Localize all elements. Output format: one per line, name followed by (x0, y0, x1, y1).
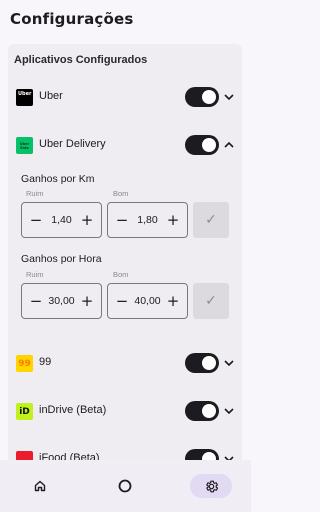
app-row-uber-delivery[interactable]: Uber Eats Uber Delivery (8, 132, 242, 158)
configured-apps-card: Aplicativos Configurados Uber Uber Uber … (8, 44, 242, 474)
increment-button[interactable]: + (75, 203, 99, 237)
app-row-uber[interactable]: Uber Uber (8, 84, 242, 110)
per-km-good-stepper[interactable]: − 1,80 + (107, 202, 188, 238)
toggle-knob (202, 356, 216, 370)
app-label-99: 99 (39, 356, 52, 368)
decrement-button[interactable]: − (24, 203, 48, 237)
99-logo-icon: 99 (16, 355, 33, 372)
increment-button[interactable]: + (161, 203, 185, 237)
check-icon: ✓ (205, 212, 217, 228)
per-hour-bad-label: Ruim (26, 270, 44, 279)
toggle-99[interactable] (185, 353, 219, 373)
chevron-down-icon[interactable] (222, 356, 236, 370)
per-hour-good-value[interactable]: 40,00 (132, 284, 163, 318)
increment-button[interactable]: + (161, 284, 185, 318)
toggle-knob (202, 90, 216, 104)
chevron-up-icon[interactable] (222, 138, 236, 152)
app-row-99[interactable]: 99 99 (8, 350, 242, 376)
toggle-knob (202, 138, 216, 152)
uber-eats-logo-icon: Uber Eats (16, 137, 33, 154)
per-hour-good-stepper[interactable]: − 40,00 + (107, 283, 188, 319)
per-hour-bad-value[interactable]: 30,00 (46, 284, 77, 318)
per-km-bad-label: Ruim (26, 189, 44, 198)
toggle-uber-delivery[interactable] (185, 135, 219, 155)
per-km-bad-value[interactable]: 1,40 (46, 203, 77, 237)
app-label-uber-delivery: Uber Delivery (39, 138, 106, 150)
circle-icon (118, 479, 132, 493)
toggle-indrive[interactable] (185, 401, 219, 421)
nav-home[interactable] (28, 474, 52, 498)
earnings-per-km-title: Ganhos por Km (21, 173, 95, 185)
uber-logo-icon: Uber (16, 89, 33, 106)
nav-circle[interactable] (113, 474, 137, 498)
home-icon (34, 480, 46, 492)
indrive-logo-icon: iD (16, 403, 33, 420)
per-km-good-label: Bom (113, 189, 129, 198)
per-km-bad-stepper[interactable]: − 1,40 + (21, 202, 102, 238)
toggle-uber[interactable] (185, 87, 219, 107)
per-km-good-value[interactable]: 1,80 (132, 203, 163, 237)
toggle-knob (202, 404, 216, 418)
per-hour-confirm-button[interactable]: ✓ (193, 283, 229, 319)
decrement-button[interactable]: − (24, 284, 48, 318)
earnings-per-hour-title: Ganhos por Hora (21, 253, 102, 265)
increment-button[interactable]: + (75, 284, 99, 318)
chevron-down-icon[interactable] (222, 404, 236, 418)
section-title: Aplicativos Configurados (14, 54, 148, 66)
page-title: Configurações (10, 10, 134, 28)
decrement-button[interactable]: − (110, 203, 134, 237)
gear-icon (205, 480, 218, 492)
check-icon: ✓ (205, 293, 217, 309)
per-hour-bad-stepper[interactable]: − 30,00 + (21, 283, 102, 319)
bottom-navigation (0, 460, 251, 512)
app-label-indrive: inDrive (Beta) (39, 404, 107, 416)
per-km-confirm-button[interactable]: ✓ (193, 202, 229, 238)
app-row-indrive[interactable]: iD inDrive (Beta) (8, 398, 242, 424)
chevron-down-icon[interactable] (222, 90, 236, 104)
per-hour-good-label: Bom (113, 270, 129, 279)
decrement-button[interactable]: − (110, 284, 134, 318)
app-label-uber: Uber (39, 90, 63, 102)
nav-settings[interactable] (199, 474, 223, 498)
